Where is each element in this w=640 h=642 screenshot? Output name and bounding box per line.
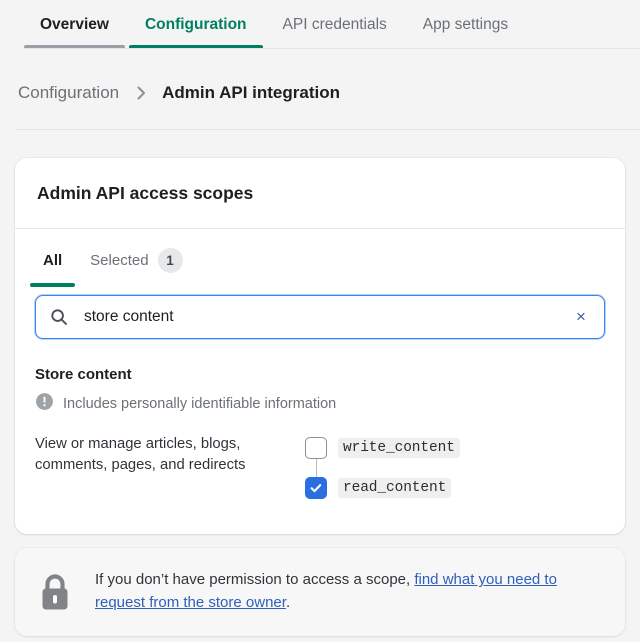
chevron-right-icon [135, 84, 148, 102]
tab-all-label: All [43, 251, 63, 269]
tab-selected-label: Selected [90, 251, 149, 269]
write-content-label: write_content [338, 438, 460, 458]
tab-all[interactable]: All [29, 229, 76, 291]
tab-all-underline [30, 283, 76, 287]
breadcrumb-rule [15, 129, 640, 130]
lock-icon [37, 571, 73, 613]
write-content-checkbox[interactable] [305, 437, 327, 459]
breadcrumb: Configuration Admin API integration [0, 56, 640, 130]
primary-tab-bar: Overview Configuration API credentials A… [0, 0, 640, 56]
access-scopes-card: Admin API access scopes All Selected 1 s… [15, 158, 625, 534]
tab-api-credentials-label: API credentials [282, 16, 387, 34]
pii-notice-text: Includes personally identifiable informa… [63, 396, 337, 412]
scope-group-spacer [35, 500, 605, 534]
search-input[interactable] [36, 296, 604, 338]
scope-row: View or manage articles, blogs, comments… [35, 434, 605, 500]
card-header: Admin API access scopes [15, 158, 625, 228]
tab-overview-label: Overview [40, 16, 109, 34]
scope-option-read-content[interactable]: read_content [305, 476, 460, 500]
search-zone: × [15, 291, 625, 339]
page-title: Admin API access scopes [37, 182, 254, 203]
scope-group-title: Store content [35, 366, 132, 383]
tab-selected[interactable]: Selected 1 [76, 229, 196, 291]
read-content-checkbox[interactable] [305, 477, 327, 499]
scope-checkbox-list: write_content read_content [305, 434, 460, 500]
scope-option-write-content[interactable]: write_content [305, 436, 460, 460]
permission-note-text: If you don’t have permission to access a… [95, 569, 603, 615]
clear-search-button[interactable]: × [568, 304, 594, 330]
search-icon [50, 308, 68, 326]
tab-app-settings-label: App settings [422, 16, 509, 34]
read-content-label: read_content [338, 478, 452, 498]
breadcrumb-parent-link[interactable]: Configuration [18, 83, 119, 103]
primary-tab-bar-rule [24, 48, 640, 49]
permission-note-prefix: If you don’t have permission to access a… [95, 571, 415, 589]
scope-group-store-content: Store content Includes personally identi… [15, 339, 625, 534]
permission-note-suffix: . [285, 594, 291, 611]
scope-description: View or manage articles, blogs, comments… [35, 436, 246, 474]
selected-count-badge: 1 [157, 247, 183, 273]
info-icon [35, 392, 54, 416]
pii-notice: Includes personally identifiable informa… [35, 392, 605, 416]
breadcrumb-current: Admin API integration [162, 83, 340, 102]
tab-configuration-label: Configuration [144, 16, 247, 34]
scope-filter-tabs: All Selected 1 [15, 229, 625, 291]
search-box[interactable]: × [35, 295, 605, 339]
permission-note: If you don’t have permission to access a… [15, 548, 625, 636]
app-page: Overview Configuration API credentials A… [0, 0, 640, 642]
